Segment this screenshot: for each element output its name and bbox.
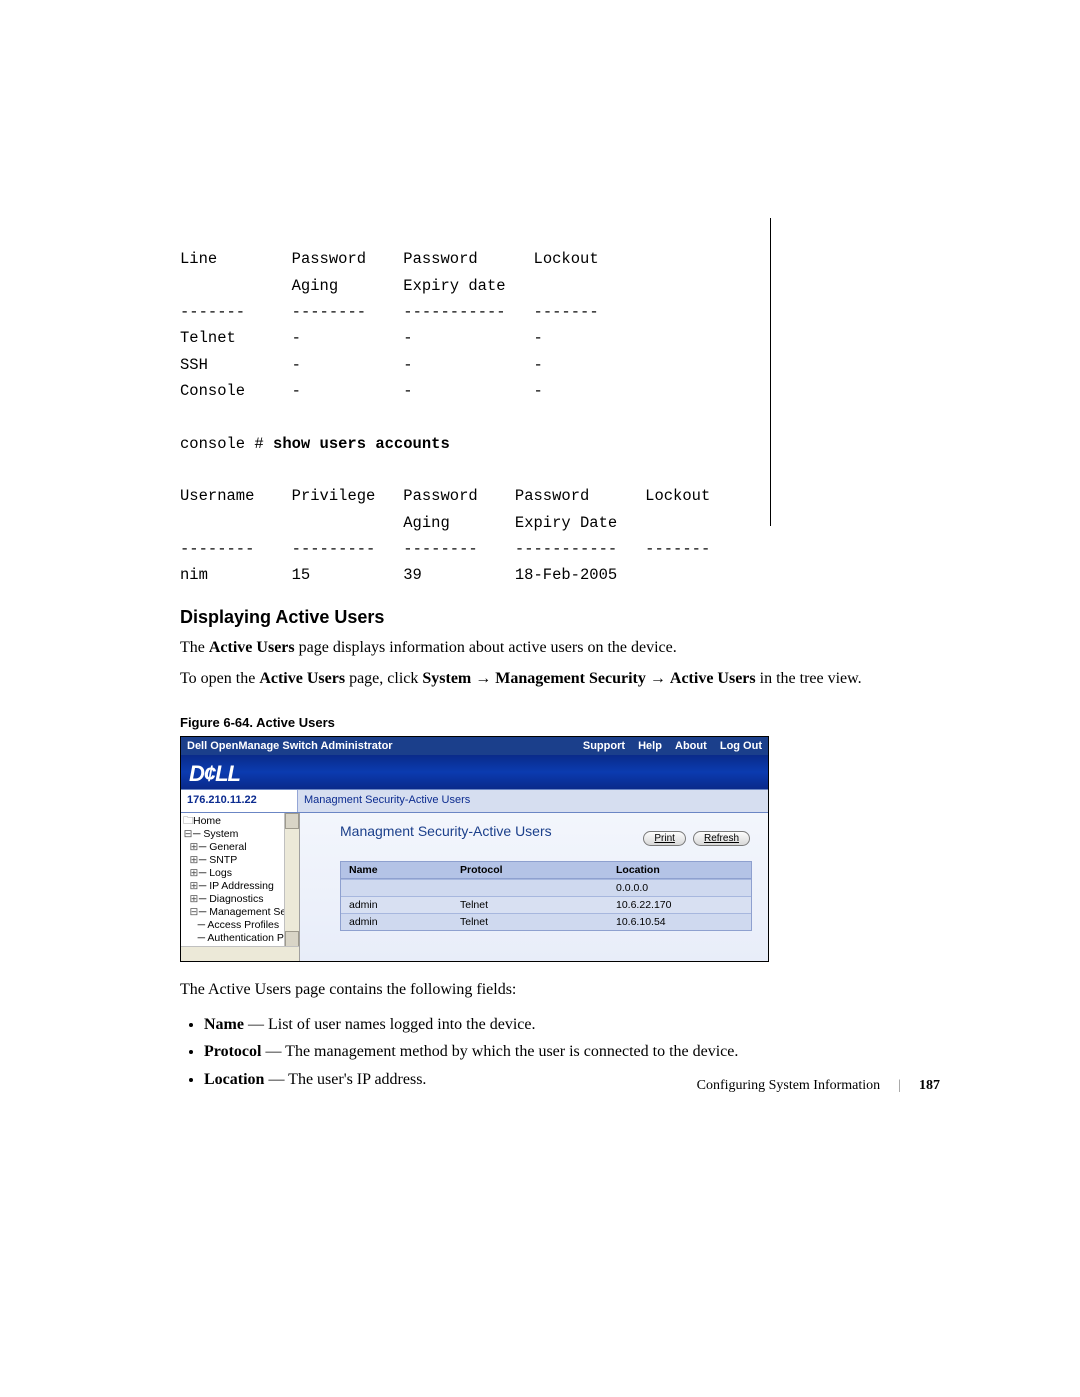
app-title: Dell OpenManage Switch Administrator <box>187 737 393 755</box>
content-pane: Managment Security-Active Users Print Re… <box>300 813 768 961</box>
support-link[interactable]: Support <box>583 740 625 752</box>
list-item: Protocol — The management method by whic… <box>204 1038 940 1065</box>
tree-logs[interactable]: ⊞─ Logs <box>183 867 299 880</box>
tree-mgmt[interactable]: ⊟─ Management Securit <box>183 906 299 919</box>
tree-general[interactable]: ⊞─ General <box>183 841 299 854</box>
dell-logo: D¢LL <box>189 761 240 787</box>
section-title: Displaying Active Users <box>180 607 940 628</box>
figure-caption: Figure 6-64. Active Users <box>180 715 940 730</box>
post-intro: The Active Users page contains the follo… <box>180 978 940 1003</box>
list-item: Name — List of user names logged into th… <box>204 1011 940 1038</box>
col-location: Location <box>608 862 751 878</box>
help-link[interactable]: Help <box>638 740 662 752</box>
brand-bar: D¢LL <box>181 755 768 789</box>
col-protocol: Protocol <box>452 862 608 878</box>
tree-ip[interactable]: ⊞─ IP Addressing <box>183 880 299 893</box>
logout-link[interactable]: Log Out <box>720 740 762 752</box>
tree-system[interactable]: ⊟─ System <box>183 828 299 841</box>
print-button[interactable]: Print <box>643 831 686 846</box>
table-row: admin Telnet 10.6.22.170 <box>341 896 751 913</box>
tree-scrollbar-y[interactable] <box>284 813 299 947</box>
t: Line Password Password Lockout Aging Exp… <box>180 250 710 584</box>
tree-home[interactable]: 🗀Home <box>183 815 299 828</box>
page-footer: Configuring System Information | 187 <box>180 1078 940 1094</box>
para-1: The Active Users page displays informati… <box>180 636 940 661</box>
titlebar-links: Support Help About Log Out <box>573 737 762 755</box>
screenshot: Dell OpenManage Switch Administrator Sup… <box>180 736 769 962</box>
table-row: admin Telnet 10.6.10.54 <box>341 913 751 930</box>
users-table-header: Name Protocol Location <box>341 862 751 879</box>
info-bar: 176.210.11.22 Managment Security-Active … <box>181 789 768 813</box>
breadcrumb: Managment Security-Active Users <box>298 790 768 812</box>
tree-access[interactable]: ─ Access Profiles <box>183 919 299 932</box>
col-name: Name <box>341 862 452 878</box>
nav-tree[interactable]: 🗀Home ⊟─ System ⊞─ General ⊞─ SNTP ⊞─ Lo… <box>181 813 300 961</box>
footer-sep: | <box>898 1078 901 1094</box>
terminal-block: Line Password Password Lockout Aging Exp… <box>180 220 940 589</box>
tree-sntp[interactable]: ⊞─ SNTP <box>183 854 299 867</box>
refresh-button[interactable]: Refresh <box>693 831 750 846</box>
shot-titlebar: Dell OpenManage Switch Administrator Sup… <box>181 737 768 755</box>
tree-diag[interactable]: ⊞─ Diagnostics <box>183 893 299 906</box>
chapter-name: Configuring System Information <box>697 1078 881 1094</box>
users-table: Name Protocol Location 0.0.0.0 admin Tel… <box>340 861 752 931</box>
about-link[interactable]: About <box>675 740 707 752</box>
tree-scrollbar-x[interactable] <box>181 946 299 961</box>
ip-address: 176.210.11.22 <box>181 790 298 812</box>
page-content: Line Password Password Lockout Aging Exp… <box>180 220 940 1093</box>
page-number: 187 <box>919 1078 940 1094</box>
para-2: To open the Active Users page, click Sys… <box>180 667 940 692</box>
tree-authpr[interactable]: ─ Authentication Pr <box>183 932 299 945</box>
table-row: 0.0.0.0 <box>341 879 751 896</box>
